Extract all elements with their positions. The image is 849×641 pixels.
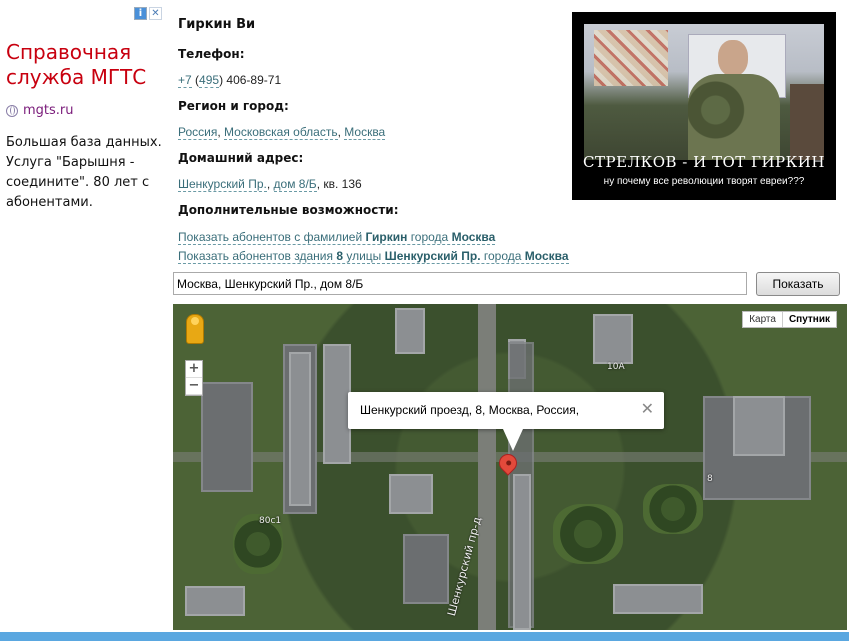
extra-link-2[interactable]: Показать абонентов здания 8 улицы Шенкур… [178,249,569,264]
address-value: Шенкурский Пр., дом 8/Б, кв. 136 [178,177,362,192]
region-link[interactable]: Московская область [224,125,338,140]
extra-label: Дополнительные возможности: [178,203,399,217]
address-input[interactable] [173,272,747,295]
building-search-link[interactable]: Показать абонентов здания 8 улицы Шенкур… [178,249,569,264]
banner-person-head [718,40,748,76]
banner-image[interactable]: СТРЕЛКОВ - И ТОТ ГИРКИН ну почему все ре… [572,12,836,200]
banner-shelf [790,84,824,160]
banner-wall-map [594,30,668,86]
address-label: Домашний адрес: [178,151,304,165]
zoom-in-button[interactable]: + [186,361,202,378]
region-label: Регион и город: [178,99,289,113]
ad-text[interactable]: Большая база данных. Услуга "Барышня - с… [6,133,166,213]
zoom-out-button[interactable]: − [186,378,202,395]
map-type-control: Карта Спутник [742,311,837,328]
street-link[interactable]: Шенкурский Пр. [178,177,267,192]
banner-person-body [688,74,780,160]
show-button[interactable]: Показать [756,272,840,296]
ad-close-icon[interactable]: ✕ [149,7,162,20]
close-icon[interactable]: ✕ [641,399,654,418]
ad-domain[interactable]: mgts.ru [23,103,74,118]
phone-label: Телефон: [178,47,245,61]
phone-code-link[interactable]: 495 [199,73,220,88]
banner-title: СТРЕЛКОВ - И ТОТ ГИРКИН [583,153,825,171]
bottom-bar [0,632,849,641]
ad-info-icon[interactable]: i [134,7,147,20]
info-window-text: Шенкурский проезд, 8, Москва, Россия, [360,403,580,417]
banner-subtitle: ну почему все революции творят евреи??? [603,176,805,187]
ad-domain-row[interactable]: mgts.ru [6,103,74,118]
phone-value: +7 (495) 406-89-71 [178,73,282,88]
phone-number: 406-89-71 [226,73,282,87]
person-name: Гиркин Ви [178,17,256,32]
city-link[interactable]: Москва [344,125,386,140]
apartment: кв. 136 [323,177,362,191]
street-view-pegman-icon[interactable] [186,314,204,344]
map-label-10a: 10А [607,362,625,372]
banner-photo [584,24,824,160]
satellite-map[interactable]: 80с1 10А 8 Шенкурский пр-д + − Карта Спу… [173,304,847,630]
map-info-window: Шенкурский проезд, 8, Москва, Россия, ✕ [348,392,664,451]
region-value: Россия, Московская область, Москва [178,125,386,140]
map-label-8: 8 [707,474,713,484]
country-link[interactable]: Россия [178,125,218,140]
map-label-80s1: 80с1 [259,516,282,526]
extra-link-1[interactable]: Показать абонентов с фамилией Гиркин гор… [178,230,496,245]
house-link[interactable]: дом 8/Б [273,177,317,192]
map-type-map-button[interactable]: Карта [743,312,782,327]
surname-search-link[interactable]: Показать абонентов с фамилией Гиркин гор… [178,230,496,245]
ad-block[interactable]: i ✕ Справочная служба МГТС mgts.ru Больш… [0,0,168,641]
map-type-satellite-button[interactable]: Спутник [781,312,836,327]
ad-title[interactable]: Справочная служба МГТС [6,40,166,90]
phone-country-link[interactable]: +7 [178,73,192,88]
ad-controls: i ✕ [134,7,162,20]
zoom-control: + − [185,360,203,396]
globe-icon [6,104,18,117]
